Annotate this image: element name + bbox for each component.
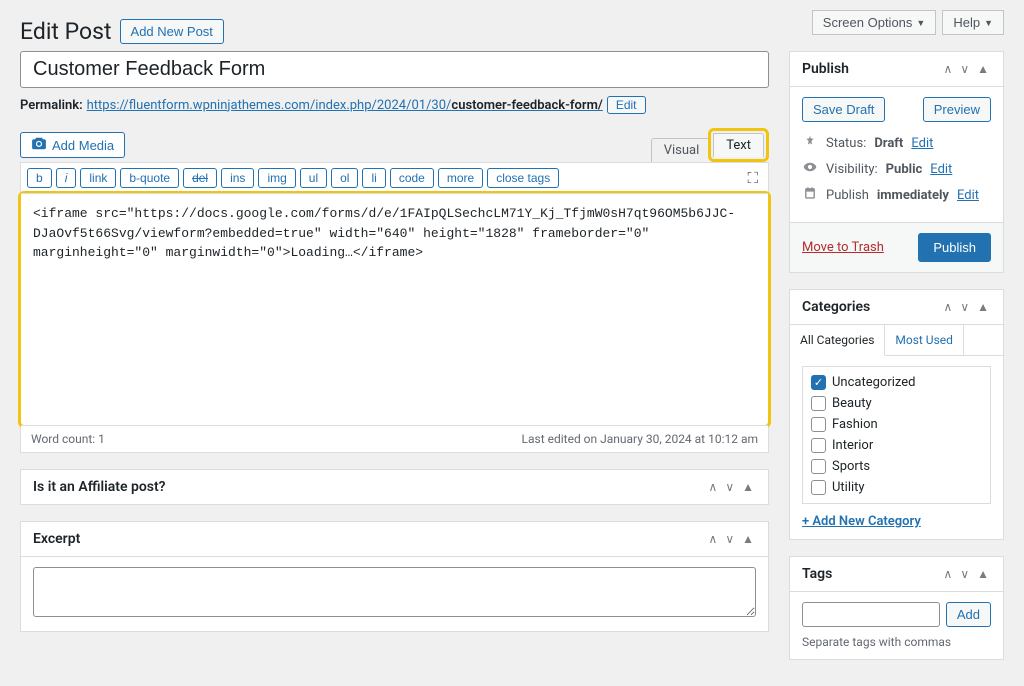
categories-box-title: Categories [802, 299, 870, 315]
qt-code[interactable]: code [390, 168, 434, 188]
toggle-icon[interactable]: ▲ [975, 60, 991, 78]
publish-box-title: Publish [802, 61, 849, 77]
word-count: Word count: 1 [31, 432, 105, 446]
tab-visual[interactable]: Visual [651, 138, 712, 162]
move-up-icon[interactable]: ∧ [707, 530, 720, 548]
post-title-input[interactable] [20, 51, 769, 88]
toggle-icon[interactable]: ▲ [740, 530, 756, 548]
qt-del[interactable]: del [183, 168, 217, 188]
add-new-category-link[interactable]: + Add New Category [802, 514, 921, 529]
move-up-icon[interactable]: ∧ [942, 298, 955, 316]
qt-ul[interactable]: ul [300, 168, 327, 188]
edit-schedule-link[interactable]: Edit [957, 188, 979, 203]
pin-icon [802, 134, 818, 152]
schedule-value: immediately [877, 188, 949, 203]
quicktags-toolbar: b i link b-quote del ins img ul ol li co… [21, 163, 768, 194]
add-new-post-button[interactable]: Add New Post [120, 19, 224, 44]
move-up-icon[interactable]: ∧ [942, 565, 955, 583]
tags-box-title: Tags [802, 566, 832, 582]
page-title: Edit Post [20, 18, 112, 45]
qt-closetags[interactable]: close tags [487, 168, 559, 188]
category-item[interactable]: ✓ Uncategorized [811, 375, 982, 390]
qt-more[interactable]: more [438, 168, 483, 188]
content-textarea[interactable] [21, 194, 768, 421]
excerpt-box-title: Excerpt [33, 531, 80, 547]
qt-b[interactable]: b [27, 168, 52, 188]
fullscreen-icon[interactable]: ⛶ [743, 167, 762, 189]
category-item[interactable]: Utility [811, 480, 982, 495]
editor-container: b i link b-quote del ins img ul ol li co… [20, 162, 769, 453]
tab-most-used[interactable]: Most Used [885, 325, 964, 355]
checkbox-icon[interactable] [811, 396, 826, 411]
category-item[interactable]: Fashion [811, 417, 982, 432]
edit-permalink-button[interactable]: Edit [607, 96, 646, 114]
checkbox-icon[interactable] [811, 480, 826, 495]
last-edited: Last edited on January 30, 2024 at 10:12… [522, 432, 758, 446]
tab-text[interactable]: Text [713, 133, 764, 157]
status-label: Status: [826, 136, 866, 151]
add-media-button[interactable]: Add Media [20, 132, 125, 158]
schedule-prefix: Publish [826, 188, 869, 203]
category-item[interactable]: Interior [811, 438, 982, 453]
category-item[interactable]: Beauty [811, 396, 982, 411]
qt-bquote[interactable]: b-quote [120, 168, 179, 188]
move-down-icon[interactable]: ∨ [958, 565, 971, 583]
qt-link[interactable]: link [80, 168, 116, 188]
checkbox-icon[interactable] [811, 459, 826, 474]
tags-hint: Separate tags with commas [802, 635, 991, 649]
edit-status-link[interactable]: Edit [911, 136, 933, 151]
move-down-icon[interactable]: ∨ [723, 530, 736, 548]
qt-ins[interactable]: ins [221, 168, 254, 188]
move-up-icon[interactable]: ∧ [707, 478, 720, 496]
affiliate-box-title: Is it an Affiliate post? [33, 479, 166, 495]
toggle-icon[interactable]: ▲ [975, 298, 991, 316]
checkbox-icon[interactable] [811, 417, 826, 432]
edit-visibility-link[interactable]: Edit [930, 162, 952, 177]
move-up-icon[interactable]: ∧ [942, 60, 955, 78]
add-tag-button[interactable]: Add [946, 602, 991, 627]
toggle-icon[interactable]: ▲ [975, 565, 991, 583]
tab-all-categories[interactable]: All Categories [790, 325, 885, 356]
move-down-icon[interactable]: ∨ [723, 478, 736, 496]
status-value: Draft [874, 136, 903, 151]
checkbox-icon[interactable] [811, 438, 826, 453]
tag-input[interactable] [802, 602, 940, 627]
category-item[interactable]: Sports [811, 459, 982, 474]
toggle-icon[interactable]: ▲ [740, 478, 756, 496]
save-draft-button[interactable]: Save Draft [802, 97, 885, 122]
visibility-label: Visibility: [826, 162, 878, 177]
chevron-down-icon: ▼ [984, 18, 993, 28]
camera-icon [31, 137, 47, 153]
checkbox-icon[interactable]: ✓ [811, 375, 826, 390]
move-down-icon[interactable]: ∨ [958, 60, 971, 78]
qt-i[interactable]: i [56, 168, 77, 188]
qt-img[interactable]: img [258, 168, 295, 188]
move-to-trash-link[interactable]: Move to Trash [802, 240, 884, 255]
eye-icon [802, 160, 818, 178]
calendar-icon [802, 186, 818, 204]
screen-options-button[interactable]: Screen Options ▼ [812, 10, 937, 35]
permalink-label: Permalink: [20, 98, 83, 113]
publish-button[interactable]: Publish [918, 233, 991, 262]
help-button[interactable]: Help ▼ [942, 10, 1004, 35]
move-down-icon[interactable]: ∨ [958, 298, 971, 316]
preview-button[interactable]: Preview [923, 97, 991, 122]
chevron-down-icon: ▼ [916, 18, 925, 28]
visibility-value: Public [886, 162, 923, 177]
qt-ol[interactable]: ol [331, 168, 358, 188]
category-list: ✓ Uncategorized Beauty Fashion [802, 366, 991, 504]
qt-li[interactable]: li [362, 168, 385, 188]
permalink-link[interactable]: https://fluentform.wpninjathemes.com/ind… [87, 98, 603, 113]
excerpt-textarea[interactable] [33, 567, 756, 617]
